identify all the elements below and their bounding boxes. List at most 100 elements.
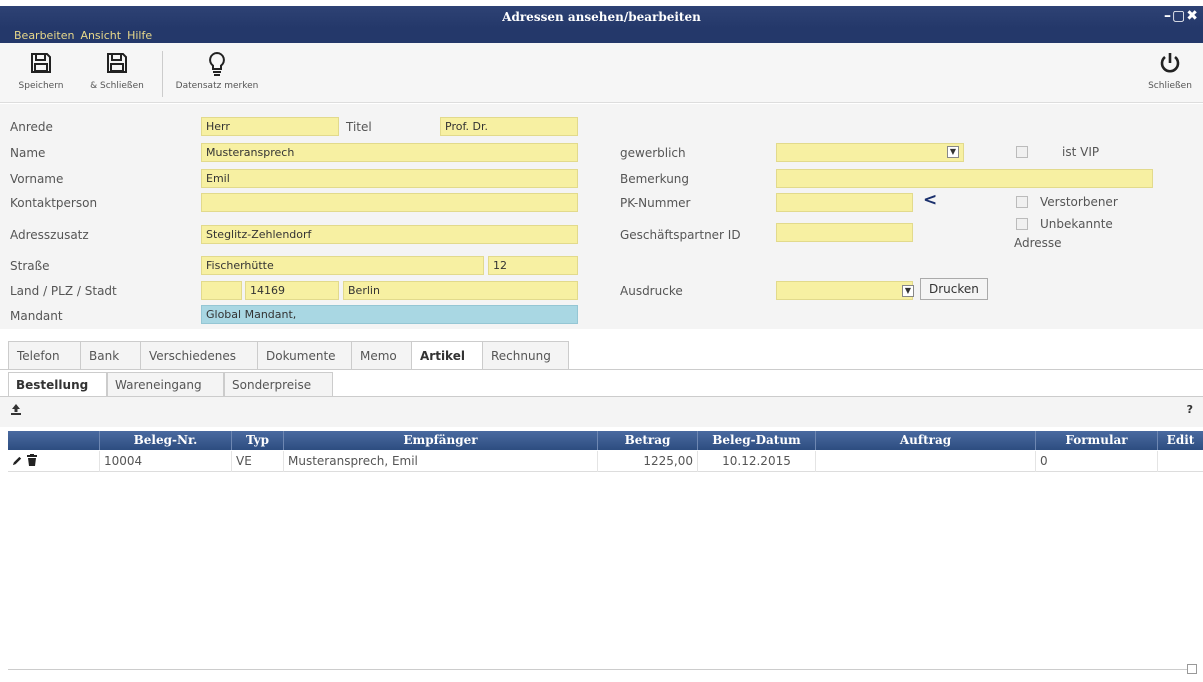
tab-verschiedenes[interactable]: Verschiedenes [140, 341, 258, 369]
ausdrucke-select[interactable] [776, 281, 913, 300]
drucken-button[interactable]: Drucken [920, 278, 988, 300]
gewerblich-label: gewerblich [620, 146, 686, 160]
grid-bottom-border [8, 669, 1188, 670]
grid-toolbar: ? [0, 397, 1203, 427]
power-icon [1140, 43, 1200, 81]
vorname-label: Vorname [10, 172, 64, 186]
tab-artikel[interactable]: Artikel [411, 341, 484, 370]
mandant-label: Mandant [10, 309, 63, 323]
name-label: Name [10, 146, 46, 160]
tab-rechnung[interactable]: Rechnung [482, 341, 569, 369]
cell-auftrag [816, 451, 1036, 472]
cell-beleg-nr: 10004 [100, 451, 232, 472]
pk-nummer-field[interactable] [776, 193, 913, 212]
tab-bank[interactable]: Bank [80, 341, 142, 369]
floppy-disk-icon [6, 43, 76, 81]
chevron-left-icon[interactable]: < [923, 190, 937, 210]
col-edit[interactable]: Edit [1158, 431, 1203, 450]
close-button[interactable]: Schließen [1140, 43, 1200, 101]
save-label: Speichern [18, 81, 64, 91]
floppy-disk-icon [80, 43, 154, 81]
close-label: Schließen [1148, 81, 1192, 91]
col-beleg-nr[interactable]: Beleg-Nr. [100, 431, 232, 450]
cell-typ: VE [232, 451, 284, 472]
col-empfaenger[interactable]: Empfänger [284, 431, 598, 450]
table-row[interactable]: 10004 VE Musteransprech, Emil 1225,00 10… [8, 451, 1203, 472]
vorname-field[interactable]: Emil [201, 169, 578, 188]
col-formular[interactable]: Formular [1036, 431, 1158, 450]
window-title: Adressen ansehen/bearbeiten [502, 10, 701, 24]
menu-hilfe[interactable]: Hilfe [127, 29, 152, 42]
address-form: Anrede Herr Titel Prof. Dr. Name Mustera… [0, 104, 1203, 329]
cell-edit [1158, 451, 1203, 472]
adresszusatz-label: Adresszusatz [10, 228, 89, 242]
unbekannte-adresse-label: Unbekannte [1040, 217, 1113, 231]
bemerkung-field[interactable] [776, 169, 1153, 188]
save-button[interactable]: Speichern [6, 43, 76, 101]
col-actions [8, 431, 100, 450]
pencil-icon[interactable] [12, 454, 27, 468]
unbekannte-adresse-checkbox[interactable] [1016, 218, 1028, 230]
grid-header: Beleg-Nr. Typ Empfänger Betrag Beleg-Dat… [8, 431, 1203, 450]
menu-ansicht[interactable]: Ansicht [80, 29, 121, 42]
col-auftrag[interactable]: Auftrag [816, 431, 1036, 450]
adresszusatz-field[interactable]: Steglitz-Zehlendorf [201, 225, 578, 244]
cell-betrag: 1225,00 [598, 451, 698, 472]
remember-record-button[interactable]: Datensatz merken [172, 43, 262, 101]
geschaeftspartner-label: Geschäftspartner ID [620, 228, 741, 242]
cell-beleg-datum: 10.12.2015 [698, 451, 816, 472]
save-close-label: & Schließen [90, 81, 144, 91]
kontaktperson-field[interactable] [201, 193, 578, 212]
help-icon[interactable]: ? [1187, 403, 1193, 416]
land-plz-stadt-label: Land / PLZ / Stadt [10, 284, 117, 298]
col-betrag[interactable]: Betrag [598, 431, 698, 450]
hausnummer-field[interactable]: 12 [488, 256, 578, 275]
tab-bestellung[interactable]: Bestellung [8, 372, 107, 397]
col-beleg-datum[interactable]: Beleg-Datum [698, 431, 816, 450]
window-titlebar: Adressen ansehen/bearbeiten –▢✖ [0, 0, 1203, 28]
cell-formular: 0 [1036, 451, 1158, 472]
gewerblich-select[interactable] [776, 143, 964, 162]
row-actions [8, 451, 100, 472]
tab-divider [0, 369, 1203, 370]
vip-checkbox[interactable] [1016, 146, 1028, 158]
vip-label: ist VIP [1062, 145, 1100, 159]
geschaeftspartner-field[interactable] [776, 223, 913, 242]
unbekannte-adresse-label-2: Adresse [1014, 236, 1062, 250]
name-field[interactable]: Musteransprech [201, 143, 578, 162]
resize-handle-icon[interactable] [1187, 664, 1197, 674]
chevron-down-icon[interactable]: ▼ [902, 285, 914, 297]
export-icon[interactable] [10, 403, 22, 418]
remember-record-label: Datensatz merken [175, 81, 259, 91]
bemerkung-label: Bemerkung [620, 172, 690, 186]
pk-nummer-label: PK-Nummer [620, 196, 691, 210]
col-typ[interactable]: Typ [232, 431, 284, 450]
titel-field[interactable]: Prof. Dr. [440, 117, 578, 136]
tab-memo[interactable]: Memo [351, 341, 413, 369]
stadt-field[interactable]: Berlin [343, 281, 578, 300]
anrede-field[interactable]: Herr [201, 117, 339, 136]
land-field[interactable] [201, 281, 242, 300]
save-close-button[interactable]: & Schließen [80, 43, 154, 101]
tab-sonderpreise[interactable]: Sonderpreise [224, 372, 333, 396]
trash-icon[interactable] [26, 454, 37, 468]
chevron-down-icon[interactable]: ▼ [947, 146, 959, 158]
window-controls[interactable]: –▢✖ [1164, 8, 1199, 24]
tab-dokumente[interactable]: Dokumente [257, 341, 352, 369]
kontaktperson-label: Kontaktperson [10, 196, 98, 210]
verstorbener-label: Verstorbener [1040, 195, 1118, 209]
toolbar-separator [162, 51, 163, 97]
strasse-label: Straße [10, 259, 50, 273]
ausdrucke-label: Ausdrucke [620, 284, 683, 298]
menu-bar: Bearbeiten Ansicht Hilfe [0, 28, 1203, 43]
mandant-field[interactable]: Global Mandant, [201, 305, 578, 324]
titel-label: Titel [346, 120, 372, 134]
toolbar: Speichern & Schließen Datensatz merken S… [0, 43, 1203, 103]
tab-telefon[interactable]: Telefon [8, 341, 81, 369]
tab-wareneingang[interactable]: Wareneingang [107, 372, 224, 396]
menu-bearbeiten[interactable]: Bearbeiten [14, 29, 74, 42]
verstorbener-checkbox[interactable] [1016, 196, 1028, 208]
anrede-label: Anrede [10, 120, 53, 134]
strasse-field[interactable]: Fischerhütte [201, 256, 484, 275]
plz-field[interactable]: 14169 [245, 281, 339, 300]
